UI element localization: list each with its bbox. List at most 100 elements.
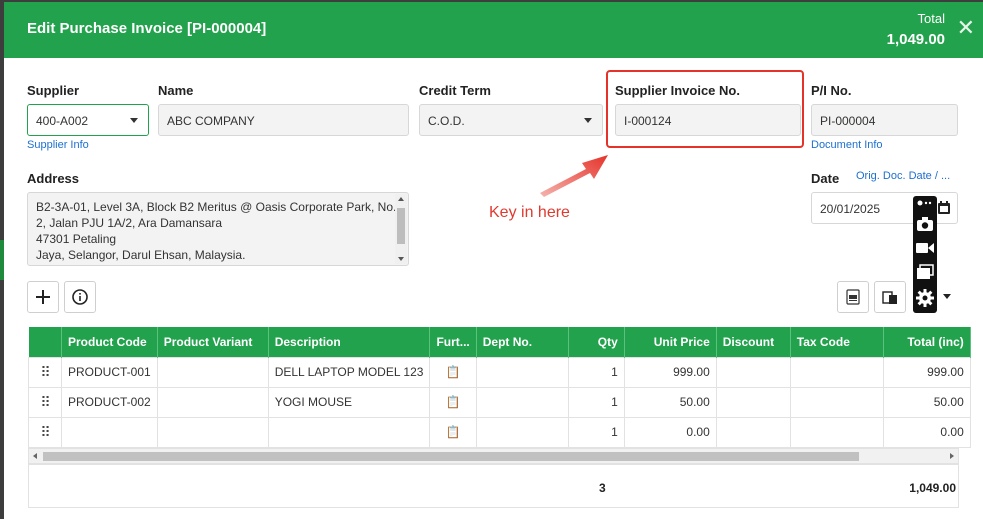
camera-icon[interactable] [916,216,934,232]
column-header[interactable]: Dept No. [476,327,569,357]
description-cell[interactable]: DELL LAPTOP MODEL 123 [267,356,431,388]
discount-cell[interactable] [715,356,791,388]
column-header[interactable]: Unit Price [624,327,717,357]
total-cell: 0.00 [882,416,971,448]
items-table: Product Code Product Variant Description… [28,327,971,448]
tax-code-cell[interactable] [789,356,884,388]
discount-cell[interactable] [715,416,791,448]
variant-cell[interactable] [156,356,269,388]
document-info-link[interactable]: Document Info [811,139,883,151]
drag-handle-icon[interactable]: ⠿ [40,424,50,440]
caret-down-icon [130,118,138,123]
pi-no-label: P/I No. [811,83,852,98]
supplier-info-link[interactable]: Supplier Info [27,139,89,151]
column-header[interactable]: Product Code [61,327,158,357]
clipboard-icon[interactable]: 📋 [446,395,461,409]
column-header[interactable]: Product Variant [157,327,269,357]
table-footer: 3 1,049.00 [28,464,959,508]
copy-doc-icon [882,291,897,304]
pi-no-value: PI-000004 [820,114,876,128]
video-icon[interactable] [916,241,934,255]
pi-no-field[interactable]: PI-000004 [811,104,958,136]
unit-price-cell[interactable]: 0.00 [623,416,717,448]
info-icon [72,289,88,305]
close-icon[interactable]: ✕ [957,17,975,39]
column-header[interactable]: Tax Code [790,327,884,357]
table-horizontal-scrollbar[interactable] [28,448,959,464]
total-value: 1,049.00 [886,31,945,48]
column-header[interactable]: Description [268,327,431,357]
drag-handle-icon[interactable]: ⠿ [40,394,50,410]
scroll-down-icon[interactable] [398,257,404,261]
dept-cell[interactable] [475,386,569,418]
discount-cell[interactable] [715,386,791,418]
description-cell[interactable] [267,416,431,448]
caret-down-icon [584,118,592,123]
total-cell: 999.00 [882,356,971,388]
qty-cell[interactable]: 1 [567,386,625,418]
credit-term-label: Credit Term [419,83,491,98]
drag-handle-icon[interactable]: ⠿ [40,364,50,380]
credit-term-value: C.O.D. [428,114,465,128]
tax-code-cell[interactable] [789,386,884,418]
more-icon[interactable] [916,198,934,208]
supplier-label: Supplier [27,83,80,98]
scroll-thumb[interactable] [397,208,405,244]
gear-icon[interactable] [916,289,934,307]
qty-cell[interactable]: 1 [567,356,625,388]
modal-header: Edit Purchase Invoice [PI-000004] Total … [4,2,983,58]
product-code-cell[interactable]: PRODUCT-002 [61,386,158,418]
credit-term-select[interactable]: C.O.D. [419,104,603,136]
caret-down-icon[interactable] [943,294,951,299]
address-textarea[interactable]: B2-3A-01, Level 3A, Block B2 Meritus @ O… [27,192,409,266]
unit-price-cell[interactable]: 999.00 [623,356,717,388]
column-header[interactable]: Discount [716,327,791,357]
product-code-cell[interactable]: PRODUCT-001 [61,356,158,388]
annotation-text: Key in here [489,204,570,221]
description-cell[interactable]: YOGI MOUSE [267,386,431,418]
table-row: ⠿ PRODUCT-002 YOGI MOUSE 📋 1 50.00 50.00 [28,386,971,418]
name-label: Name [158,83,194,98]
scroll-left-icon[interactable] [33,453,37,459]
highlight-box [606,70,804,148]
scroll-up-icon[interactable] [398,197,404,201]
variant-cell[interactable] [156,386,269,418]
table-header-row: Product Code Product Variant Description… [28,327,971,357]
clipboard-icon[interactable]: 📋 [446,425,461,439]
product-code-cell[interactable] [61,416,158,448]
calendar-icon[interactable] [937,201,951,215]
qty-cell[interactable]: 1 [567,416,625,448]
annotation-arrow [540,155,608,197]
dept-cell[interactable] [475,416,569,448]
column-header[interactable]: Furt... [429,327,477,357]
xlsx-icon [846,289,860,305]
modal-title: Edit Purchase Invoice [PI-000004] [27,20,267,37]
address-line: 47301 Petaling [36,232,117,246]
layers-icon[interactable] [916,264,934,280]
clipboard-icon[interactable]: 📋 [446,365,461,379]
scroll-thumb[interactable] [43,452,859,461]
orig-doc-date-link[interactable]: Orig. Doc. Date / ... [856,170,950,182]
export-xlsx-button[interactable] [837,281,869,313]
footer-grand-total: 1,049.00 [909,481,956,495]
dept-cell[interactable] [475,356,569,388]
unit-price-cell[interactable]: 50.00 [623,386,717,418]
copy-document-button[interactable] [874,281,906,313]
info-button[interactable] [64,281,96,313]
column-header[interactable]: Qty [568,327,625,357]
column-header[interactable]: Total (inc) [883,327,971,357]
address-line: B2-3A-01, Level 3A, Block B2 Meritus @ O… [36,200,397,214]
address-line: Jaya, Selangor, Darul Ehsan, Malaysia. [36,248,246,262]
tax-code-cell[interactable] [789,416,884,448]
add-row-button[interactable] [27,281,59,313]
plus-icon [36,290,50,304]
variant-cell[interactable] [156,416,269,448]
table-row: ⠿ PRODUCT-001 DELL LAPTOP MODEL 123 📋 1 … [28,356,971,388]
address-scrollbar[interactable] [395,194,407,264]
scroll-right-icon[interactable] [950,453,954,459]
total-label: Total [917,11,945,26]
address-line: 2, Jalan PJU 1A/2, Ara Damansara [36,216,223,230]
supplier-select[interactable]: 400-A002 [27,104,149,136]
name-field[interactable]: ABC COMPANY [158,104,409,136]
table-row: ⠿ 📋 1 0.00 0.00 [28,416,971,448]
